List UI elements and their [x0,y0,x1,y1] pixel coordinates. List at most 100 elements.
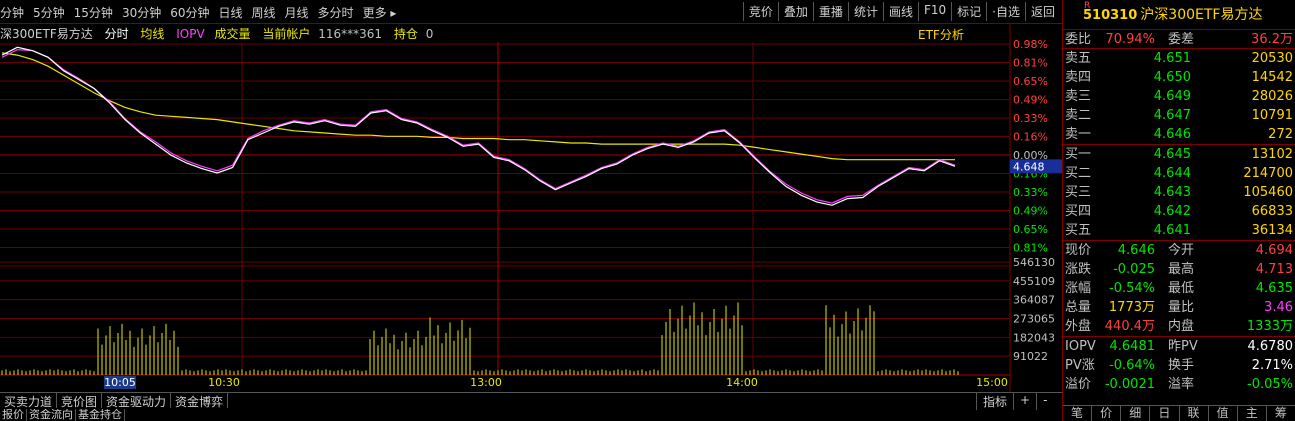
iopv-stat-row: 溢价 -0.0021 溢率 -0.05% [1063,375,1295,394]
stat-row: 现价 4.646 今开 4.694 [1063,241,1295,260]
security-full-name: 沪深300ETF易方达 [1140,7,1263,23]
bid-label: 买二 [1065,166,1092,181]
quote-tab-0[interactable]: 笔 [1063,406,1093,421]
y-tick-label: 0.49% [1013,205,1048,218]
ask-price[interactable]: 4.646 [1141,125,1191,144]
iopv-stat-value: 4.6780 [1247,339,1294,354]
bid-price[interactable]: 4.642 [1141,202,1191,221]
ask-volume: 272 [1268,127,1293,142]
volume-tick-label: 91022 [1013,350,1048,363]
ask-price[interactable]: 4.651 [1141,49,1191,68]
ask-label: 卖一 [1065,127,1092,142]
iopv-stat-label: 换手 [1168,358,1195,373]
bottom-tab-2[interactable]: 资金驱动力 [102,393,172,409]
ask-row: 卖二 4.647 10791 [1063,106,1295,125]
iopv-stats-block: IOPV 4.6481 昨PV 4.6780 PV涨 -0.64% 换手 2.71% 溢价 -0.… [1063,337,1295,394]
security-code: 510310 [1083,8,1138,23]
price-series [1,46,956,206]
bid-row: 买一 4.645 13102 [1063,145,1295,164]
ask-book: 卖五 4.651 20530 卖四 4.650 14542 卖三 4.649 28026 卖二 4.… [1063,49,1295,145]
volume-tick-label: 273065 [1013,313,1055,326]
x-tick-label: 10:30 [208,376,240,389]
bid-label: 买三 [1065,185,1092,200]
bottom-tab2-0[interactable]: 报价 [0,409,27,421]
ask-volume: 14542 [1251,70,1293,85]
bottom-tab2-1[interactable]: 资金流向 [27,409,76,421]
stat-row: 总量 1773万 量比 3.46 [1063,298,1295,317]
quote-tab-1[interactable]: 价 [1092,406,1122,421]
iopv-stat-label: PV涨 [1065,358,1095,373]
bid-volume: 36134 [1251,223,1293,238]
stat-label: 今开 [1168,243,1195,258]
bid-label: 买四 [1065,204,1092,219]
x-tick-label: 15:00 [976,376,1008,389]
iopv-stat-label: 溢率 [1168,377,1195,392]
x-tick-label: 14:00 [726,376,758,389]
current-price-label: 4.648 [1013,160,1045,173]
volume-tick-label: 364087 [1013,294,1055,307]
volume-bars [1,302,959,375]
stat-value: 4.635 [1255,281,1293,296]
quote-tab-3[interactable]: 日 [1150,406,1180,421]
ask-row: 卖五 4.651 20530 [1063,49,1295,68]
iopv-stat-row: IOPV 4.6481 昨PV 4.6780 [1063,337,1295,356]
bottom-tab-3[interactable]: 资金博弈 [171,393,229,409]
ask-price[interactable]: 4.649 [1141,87,1191,106]
bottom-right-buttons: 指标 + - [976,393,1053,410]
r-badge: R [1084,1,1091,11]
iopv-stat-value: 2.71% [1251,358,1293,373]
stat-label: 涨跌 [1065,262,1092,277]
bid-book: 买一 4.645 13102 买二 4.644 214700 买三 4.643 105460 买四… [1063,145,1295,241]
bid-price[interactable]: 4.643 [1141,183,1191,202]
volume-tick-label: 455109 [1013,275,1055,288]
bid-price[interactable]: 4.645 [1141,145,1191,164]
bottom-right-button-1[interactable]: + [1013,393,1036,410]
bottom-right-button-2[interactable]: - [1036,393,1053,410]
quote-tab-5[interactable]: 值 [1209,406,1238,421]
quote-tab-7[interactable]: 筹 [1267,406,1295,421]
y-axis-labels: 0.98%0.81%0.65%0.49%0.33%0.16%0.00%0.16%… [1013,38,1055,363]
weibi-label: 委比 [1065,32,1092,47]
y-tick-label: 0.98% [1013,38,1048,51]
quote-tab-4[interactable]: 联 [1180,406,1209,421]
bid-row: 买四 4.642 66833 [1063,202,1295,221]
bid-volume: 66833 [1251,204,1293,219]
quote-title: R 510310 沪深300ETF易方达 [1063,0,1295,30]
ask-price[interactable]: 4.650 [1141,68,1191,87]
stat-value: -0.025 [1113,262,1155,277]
bid-price[interactable]: 4.641 [1141,221,1191,240]
stat-label: 涨幅 [1065,281,1092,296]
stat-row: 涨幅 -0.54% 最低 4.635 [1063,279,1295,298]
bottom-tab2-2[interactable]: 基金持仓 [76,409,125,421]
ask-volume: 10791 [1251,108,1293,123]
bottom-right-button-0[interactable]: 指标 [976,393,1013,410]
y-tick-label: 0.33% [1013,186,1048,199]
bottom-tab-0[interactable]: 买卖力道 [0,393,58,409]
ask-row: 卖一 4.646 272 [1063,125,1295,144]
iopv-stat-row: PV涨 -0.64% 换手 2.71% [1063,356,1295,375]
stat-value: 4.713 [1255,262,1293,277]
iopv-stat-value: -0.0021 [1104,377,1155,392]
quote-tab-6[interactable]: 主 [1238,406,1267,421]
quote-tabs: 笔价细日联值主筹 [1063,405,1295,421]
bid-price[interactable]: 4.644 [1141,164,1191,183]
ask-volume: 28026 [1251,89,1293,104]
stat-value: -0.54% [1109,281,1155,296]
stat-value: 4.646 [1117,243,1155,258]
stat-row: 涨跌 -0.025 最高 4.713 [1063,260,1295,279]
quote-tab-2[interactable]: 细 [1121,406,1151,421]
ask-label: 卖五 [1065,51,1092,66]
stat-value: 1333万 [1246,319,1293,334]
y-tick-label: 0.81% [1013,57,1048,70]
ask-label: 卖四 [1065,70,1092,85]
ask-price[interactable]: 4.647 [1141,106,1191,125]
bottom-tab-bar-2: 报价 资金流向 基金持仓 [0,409,1062,421]
volume-tick-label: 546130 [1013,256,1055,269]
intraday-chart[interactable]: 0.98%0.81%0.65%0.49%0.33%0.16%0.00%0.16%… [0,0,1062,392]
bottom-tab-1[interactable]: 竞价图 [57,393,103,409]
bid-label: 买五 [1065,223,1092,238]
volume-tick-label: 182043 [1013,331,1055,344]
y-tick-label: 0.65% [1013,75,1048,88]
stat-label: 总量 [1065,300,1092,315]
bid-volume: 13102 [1251,147,1293,162]
